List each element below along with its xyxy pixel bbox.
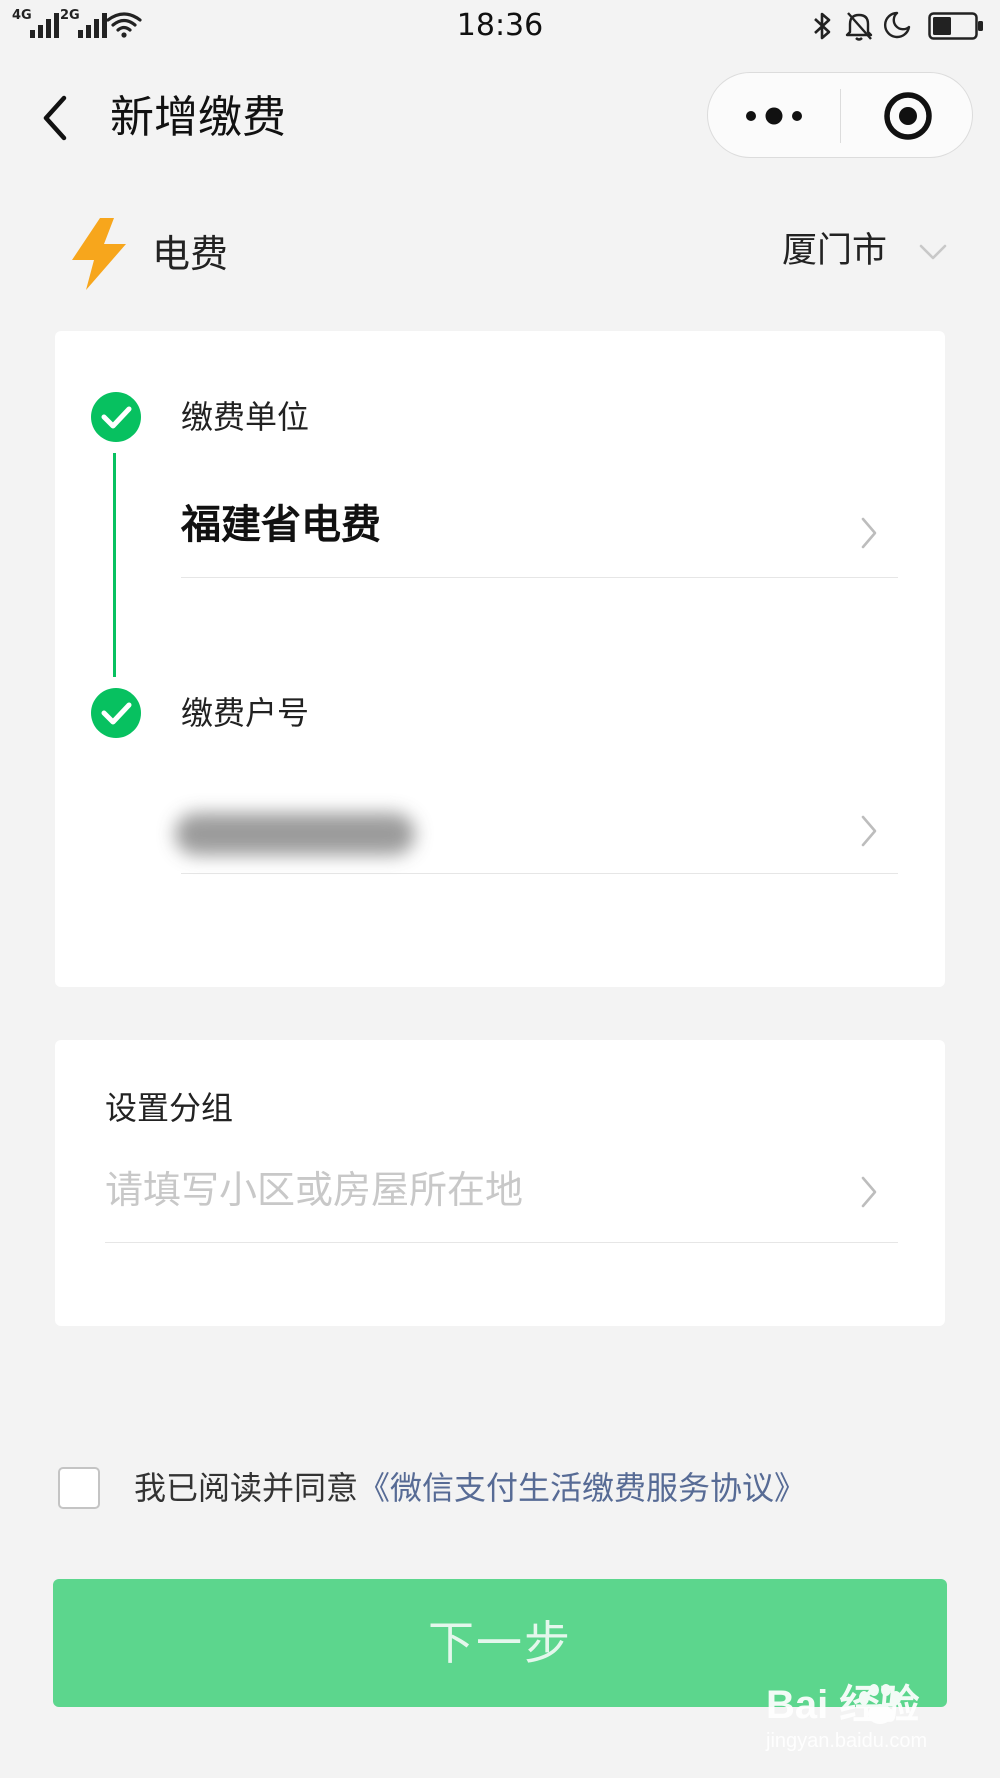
chevron-left-icon <box>43 95 67 141</box>
page-title: 新增缴费 <box>110 92 286 143</box>
account-number-field[interactable] <box>175 783 898 874</box>
more-dots-icon <box>746 107 802 125</box>
step-connector <box>113 453 116 677</box>
back-button[interactable] <box>34 88 80 148</box>
group-input[interactable] <box>105 1150 805 1230</box>
more-button[interactable] <box>708 73 840 159</box>
target-circle-icon <box>884 92 932 140</box>
group-label: 设置分组 <box>105 1089 234 1127</box>
paw-icon <box>859 1684 901 1724</box>
battery-icon <box>928 12 983 40</box>
close-mini-program-button[interactable] <box>841 73 974 159</box>
step-label-account: 缴费户号 <box>181 694 310 732</box>
chevron-right-icon <box>861 517 877 549</box>
blurred-account-number <box>175 813 415 855</box>
agreement-text: 我已阅读并同意 <box>134 1469 359 1507</box>
step-complete-icon <box>91 392 141 442</box>
city-label: 厦门市 <box>782 231 888 271</box>
baidu-jingyan-watermark: Bai 经验 jingyan.baidu.com <box>766 1680 976 1764</box>
step-complete-icon <box>91 688 141 738</box>
chevron-down-icon <box>919 244 947 260</box>
lightning-bolt-icon <box>72 218 126 290</box>
status-bar: 4G 2G 18:36 <box>0 0 1000 52</box>
payment-info-card: 缴费单位 福建省电费 缴费户号 <box>55 331 945 987</box>
moon-icon <box>884 11 911 39</box>
agreement-row: 我已阅读并同意《微信支付生活缴费服务协议》 <box>134 1462 806 1514</box>
chevron-right-icon <box>861 815 877 847</box>
group-field[interactable] <box>105 1150 898 1243</box>
payment-unit-field[interactable]: 福建省电费 <box>181 487 898 578</box>
bell-off-icon <box>845 12 873 41</box>
agreement-checkbox[interactable] <box>58 1467 100 1509</box>
group-card: 设置分组 <box>55 1040 945 1326</box>
category-label: 电费 <box>152 232 229 276</box>
watermark-sub: jingyan.baidu.com <box>766 1730 928 1752</box>
bluetooth-icon <box>814 12 831 40</box>
mini-program-capsule <box>707 72 973 158</box>
chevron-right-icon <box>861 1176 877 1208</box>
step-label-unit: 缴费单位 <box>181 398 310 436</box>
payment-unit-value: 福建省电费 <box>181 502 381 548</box>
agreement-link[interactable]: 《微信支付生活缴费服务协议》 <box>358 1469 806 1507</box>
